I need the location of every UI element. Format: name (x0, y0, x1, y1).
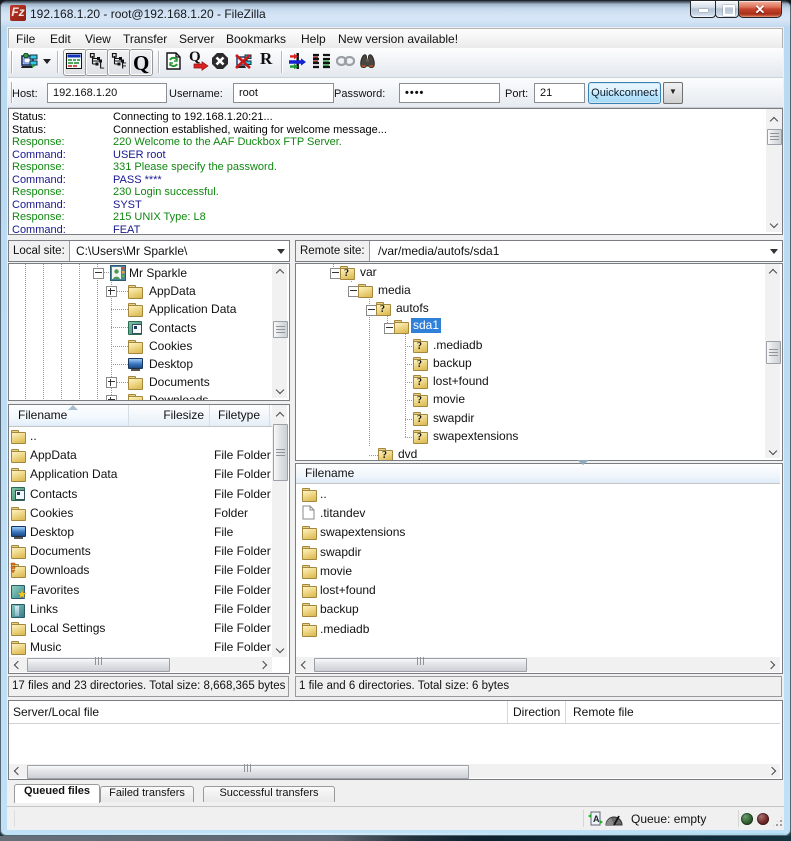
svg-text:F: F (122, 62, 127, 70)
svg-text:L: L (100, 62, 105, 70)
svg-text:A: A (593, 814, 600, 824)
